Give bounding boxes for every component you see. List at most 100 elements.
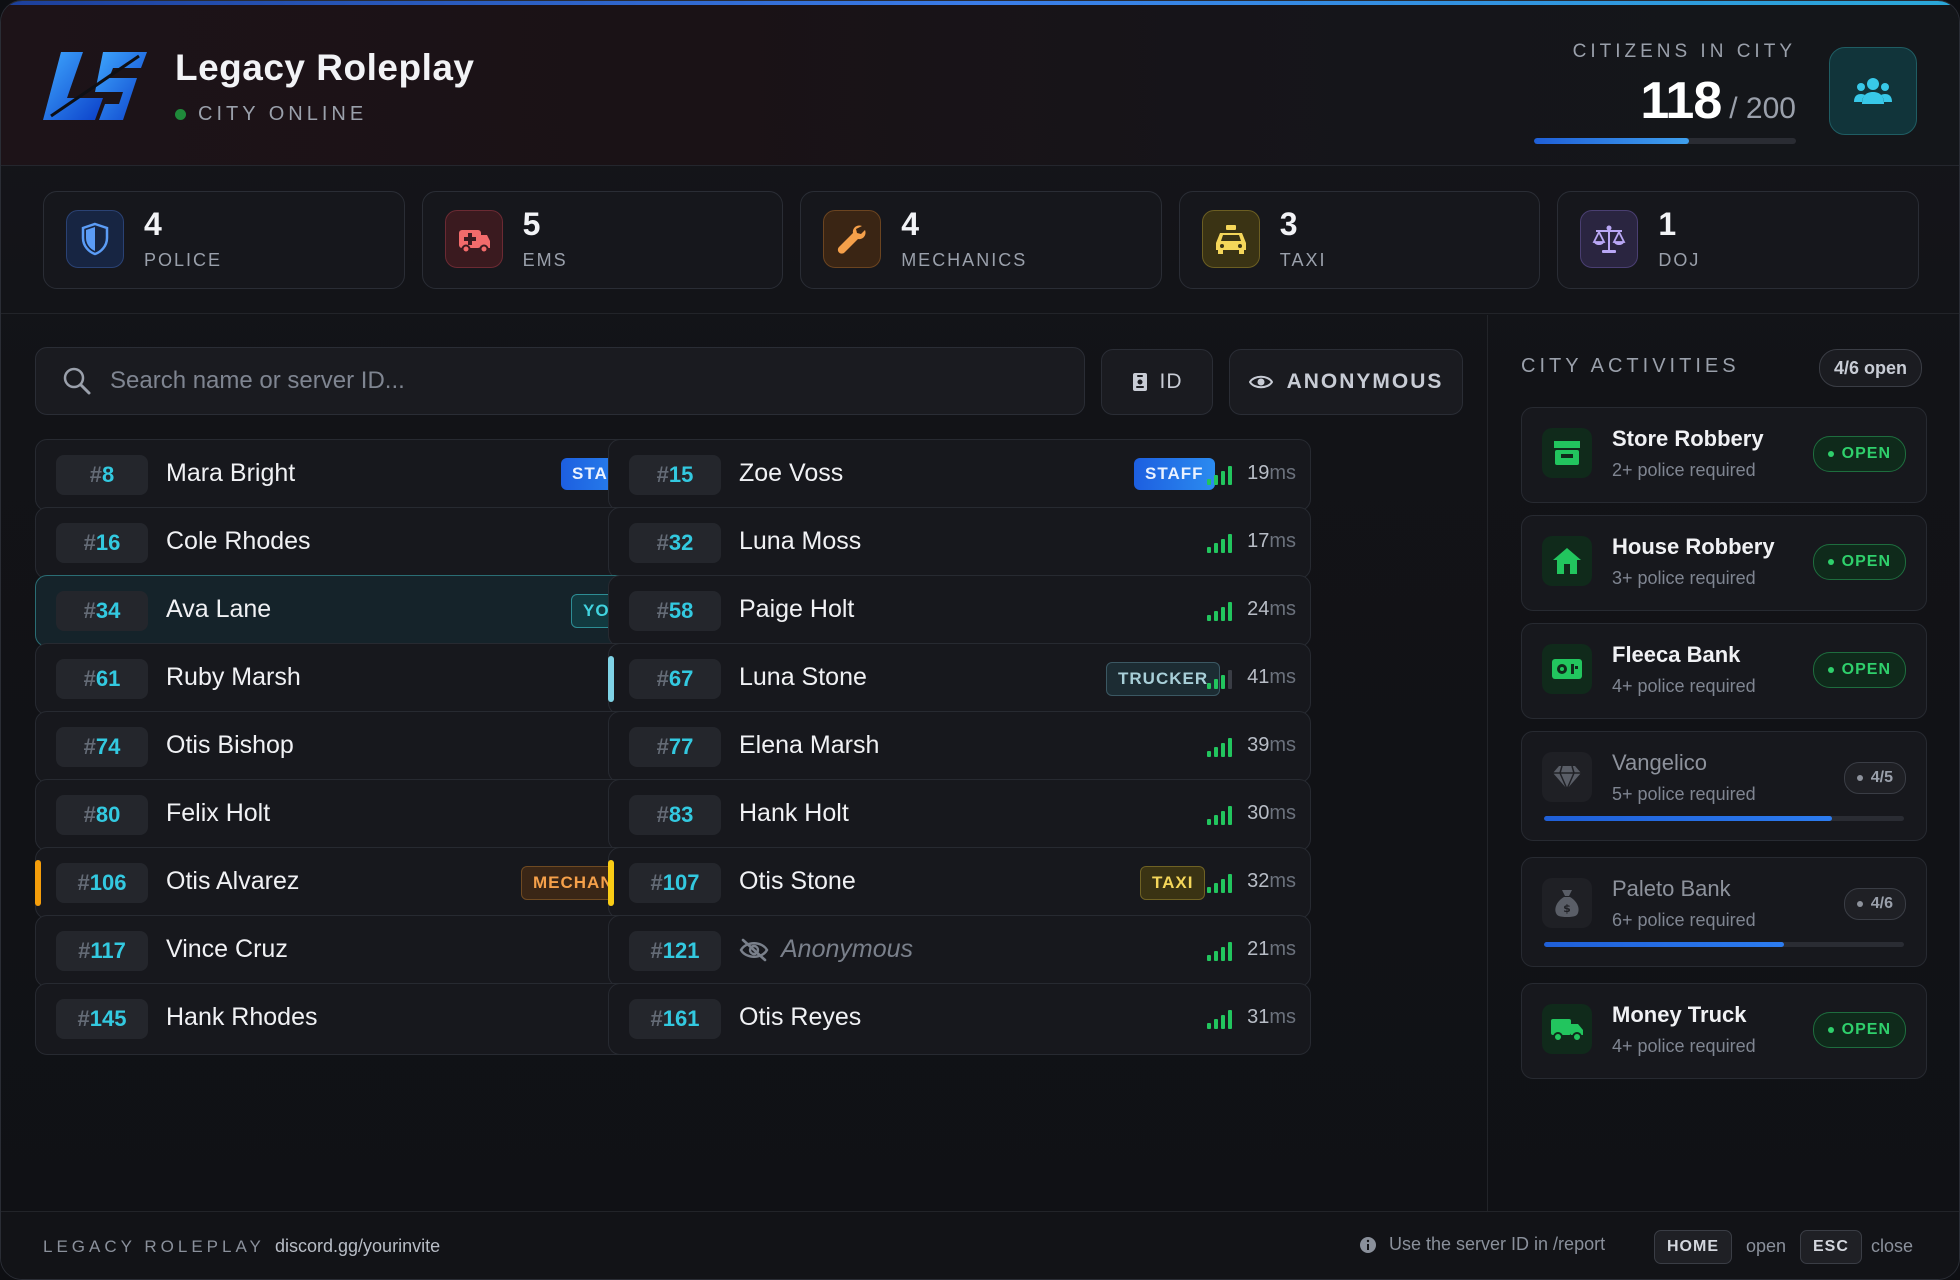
job-accent-bar xyxy=(608,860,614,906)
anonymous-toggle-button[interactable]: ANONYMOUS xyxy=(1229,349,1463,415)
player-name: Hank Rhodes xyxy=(166,1003,318,1031)
job-card-mechanics: 4 MECHANICS xyxy=(800,191,1162,289)
activities-title: CITY ACTIVITIES xyxy=(1521,355,1740,377)
player-row[interactable]: #15 Zoe Voss STAFF 19 ms xyxy=(608,439,1311,511)
id-toggle-label: ID xyxy=(1159,370,1183,393)
search-icon xyxy=(63,367,91,395)
job-card-police: 4 POLICE xyxy=(43,191,405,289)
player-name: Vince Cruz xyxy=(166,935,288,963)
job-card-doj: 1 DOJ xyxy=(1557,191,1919,289)
signal-icon xyxy=(1207,941,1232,961)
job-count: 4 xyxy=(901,206,919,242)
player-name: Ruby Marsh xyxy=(166,663,301,691)
player-name: Otis Bishop xyxy=(166,731,294,759)
player-row[interactable]: #77 Elena Marsh 39 ms xyxy=(608,711,1311,783)
server-id: 32 xyxy=(668,530,694,555)
player-row[interactable]: #83 Hank Holt 30 ms xyxy=(608,779,1311,851)
server-id-badge: #34 xyxy=(56,591,148,631)
job-label: POLICE xyxy=(144,250,223,270)
footer-hint: Use the server ID in /report xyxy=(1359,1234,1605,1255)
activity-card: Store Robbery 2+ police required OPEN xyxy=(1521,407,1927,503)
activity-status-badge: OPEN xyxy=(1812,436,1906,472)
player-name: Elena Marsh xyxy=(739,731,880,759)
anonymous-toggle-label: ANONYMOUS xyxy=(1286,370,1444,393)
activity-requirement: 4+ police required xyxy=(1612,676,1756,696)
server-id: 106 xyxy=(89,870,127,895)
role-tag: TRUCKER xyxy=(1106,662,1221,696)
ping-value: 17ms xyxy=(1247,530,1296,552)
activity-name: Paleto Bank xyxy=(1612,876,1731,901)
wrench-icon xyxy=(823,210,882,268)
player-name: Mara Bright xyxy=(166,459,296,487)
job-label: MECHANICS xyxy=(901,250,1028,270)
server-id-badge: #121 xyxy=(629,931,721,971)
users-icon xyxy=(1854,78,1892,104)
activity-name: Store Robbery xyxy=(1612,426,1764,451)
server-id: 34 xyxy=(95,598,121,623)
activity-status-badge: 4/5 xyxy=(1843,762,1906,794)
esc-key: ESC xyxy=(1800,1230,1862,1264)
job-label: TAXI xyxy=(1279,250,1327,270)
ping-value: 31 ms xyxy=(1247,1006,1296,1028)
footer-brand: LEGACY ROLEPLAY xyxy=(43,1237,265,1256)
player-row[interactable]: #58 Paige Holt 24 ms xyxy=(608,575,1311,647)
job-accent-bar xyxy=(608,656,614,702)
vertical-divider xyxy=(1487,315,1488,1211)
activity-status-badge: OPEN xyxy=(1812,544,1906,580)
server-title: Legacy Roleplay xyxy=(175,47,475,88)
job-card-taxi: 3 TAXI xyxy=(1178,191,1541,289)
server-id-badge: #16 xyxy=(56,523,148,563)
taxi-icon xyxy=(1201,210,1260,268)
signal-icon xyxy=(1207,601,1232,621)
id-toggle-button[interactable]: ID xyxy=(1101,349,1213,415)
eye-off-icon xyxy=(739,938,769,962)
server-id: 161 xyxy=(662,1006,700,1031)
server-id-badge: #80 xyxy=(56,795,148,835)
citizens-progress xyxy=(1534,138,1796,144)
job-label: EMS xyxy=(522,250,568,270)
player-row[interactable]: #121 Anonymous 21 ms xyxy=(608,915,1311,987)
server-id: 117 xyxy=(90,938,126,963)
activities-open-count: 4/6 open xyxy=(1819,349,1923,387)
server-id: 61 xyxy=(95,666,121,691)
player-row[interactable]: #161 Otis Reyes 31 ms xyxy=(608,983,1311,1055)
footer-hint-text: Use the server ID in /report xyxy=(1389,1234,1606,1254)
discord-link[interactable]: discord.gg/yourinvite xyxy=(275,1236,440,1257)
server-id: 83 xyxy=(668,802,694,827)
citizens-count: 118 / 200 xyxy=(1640,71,1796,131)
ping-value: 19ms xyxy=(1247,462,1296,484)
job-card-ems: 5 EMS xyxy=(421,191,784,289)
citizens-max: / 200 xyxy=(1729,92,1796,125)
player-list[interactable]: #8 Mara Bright STAFF 17ms #15 Zoe Voss STAFF 19… xyxy=(35,439,1455,1181)
citizens-button[interactable] xyxy=(1829,47,1917,135)
footer: LEGACY ROLEPLAY discord.gg/yourinvite Us… xyxy=(1,1211,1959,1279)
ping-value: 32 ms xyxy=(1247,870,1296,892)
store-icon xyxy=(1542,428,1592,478)
server-id: 80 xyxy=(95,802,121,827)
activity-progress-bar xyxy=(1544,942,1904,947)
player-name: Otis Stone xyxy=(739,867,856,895)
server-logo xyxy=(43,52,147,120)
server-id-badge: #32 xyxy=(629,523,721,563)
activity-card: Fleeca Bank 4+ police required OPEN xyxy=(1521,623,1927,719)
server-id-badge: #61 xyxy=(56,659,148,699)
server-id-badge: #107 xyxy=(629,863,721,903)
search-input[interactable] xyxy=(108,348,1072,414)
activity-name: Money Truck xyxy=(1612,1002,1747,1027)
open-label: open xyxy=(1746,1236,1787,1256)
server-id-badge: #77 xyxy=(629,727,721,767)
server-id: 77 xyxy=(668,734,694,759)
job-count: 4 xyxy=(144,206,162,242)
player-row[interactable]: #67 Luna Stone TRUCKER 41 ms xyxy=(608,643,1311,715)
id-badge-icon xyxy=(1132,373,1147,391)
player-name: Hank Holt xyxy=(739,799,849,827)
info-icon xyxy=(1360,1236,1376,1253)
player-row[interactable]: #107 Otis Stone TAXI 32 ms xyxy=(608,847,1311,919)
job-count: 1 xyxy=(1658,206,1677,242)
activity-requirement: 4+ police required xyxy=(1612,1036,1756,1056)
job-label: DOJ xyxy=(1658,250,1701,270)
activity-status-badge: OPEN xyxy=(1812,1012,1906,1048)
signal-icon xyxy=(1207,805,1232,825)
signal-icon xyxy=(1207,465,1232,485)
player-row[interactable]: #32 Luna Moss 17 ms xyxy=(608,507,1311,579)
